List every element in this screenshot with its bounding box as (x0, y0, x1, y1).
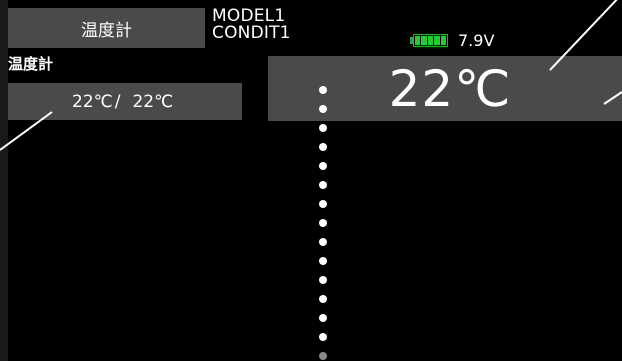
battery-voltage: 7.9V (458, 31, 495, 50)
condition-name: CONDIT1 (212, 23, 291, 43)
reading-separator: / (114, 91, 121, 112)
model-info: MODEL1 CONDIT1 (212, 8, 332, 42)
temperature-reading-box[interactable]: 22℃ / 22℃ (8, 83, 242, 120)
peak-temperature: 22℃ (132, 91, 174, 112)
battery-indicator: 7.9V (410, 31, 494, 50)
telemetry-screen: 温度計 MODEL1 CONDIT1 7.9V 温度計 22℃ / 22℃ 22… (0, 0, 622, 361)
large-temperature-value: 22℃ (388, 59, 512, 118)
telemetry-title-button[interactable]: 温度計 (8, 8, 205, 48)
title-button-label: 温度計 (81, 20, 132, 41)
sensor-label: 温度計 (8, 55, 54, 73)
current-temperature: 22℃ (72, 91, 113, 112)
callout-lines (0, 0, 622, 151)
screen-left-border (0, 0, 8, 361)
dotted-divider (319, 86, 327, 360)
battery-icon (410, 34, 450, 47)
